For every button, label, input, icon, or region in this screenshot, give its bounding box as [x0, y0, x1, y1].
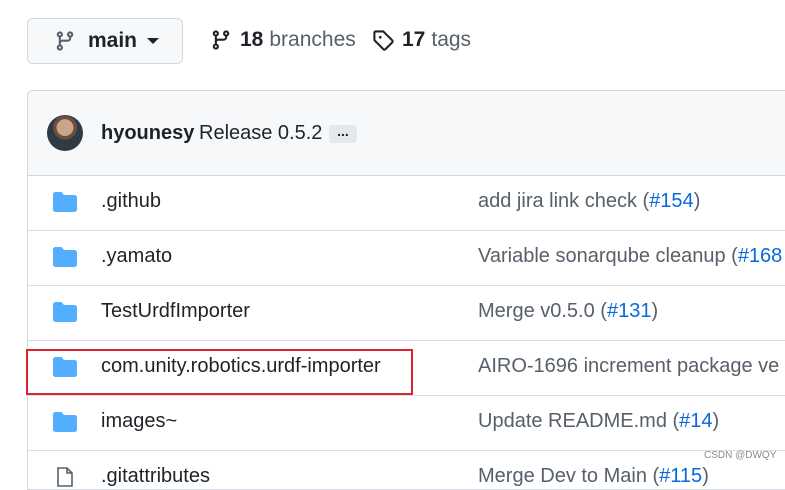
caret-down-icon: [147, 38, 160, 44]
branch-selector-label: main: [88, 29, 138, 52]
commit-message-link[interactable]: Update README.md (#14): [478, 410, 719, 433]
folder-icon: [53, 247, 77, 267]
commit-message-link[interactable]: add jira link check (#154): [478, 190, 700, 213]
pull-request-link[interactable]: #115: [659, 465, 702, 487]
file-icon: [57, 467, 73, 487]
file-row[interactable]: .gitattributes Merge Dev to Main (#115): [28, 450, 785, 489]
commit-message-text[interactable]: Merge Dev to Main (: [478, 465, 659, 487]
commit-author[interactable]: hyounesy: [101, 122, 194, 145]
file-row[interactable]: com.unity.robotics.urdf-importer AIRO-169…: [28, 340, 785, 396]
commit-message-text[interactable]: AIRO-1696 increment package ve: [478, 355, 779, 377]
file-name-link[interactable]: images~: [101, 410, 177, 433]
tag-icon: [373, 30, 394, 51]
commit-message-suffix: ): [651, 300, 659, 322]
watermark: CSDN @DWQY: [704, 450, 777, 461]
commit-message-suffix: ): [712, 410, 720, 432]
pull-request-link[interactable]: #168: [738, 245, 783, 267]
avatar[interactable]: [47, 115, 83, 151]
commit-message-link[interactable]: Merge v0.5.0 (#131): [478, 300, 658, 323]
folder-icon: [53, 192, 77, 212]
git-branch-icon: [212, 30, 230, 50]
git-branch-icon: [56, 31, 74, 51]
commit-message-text[interactable]: Merge v0.5.0 (: [478, 300, 607, 322]
pull-request-link[interactable]: #14: [679, 410, 712, 432]
file-row[interactable]: .github add jira link check (#154): [28, 175, 785, 231]
branches-label: branches: [269, 28, 356, 51]
file-name-link[interactable]: .github: [101, 190, 161, 213]
commit-message-link[interactable]: Merge Dev to Main (#115): [478, 465, 709, 488]
commit-message-suffix: ): [702, 465, 709, 487]
file-browser: hyounesy Release 0.5.2 ... .github add ji…: [27, 90, 785, 490]
file-row[interactable]: TestUrdfImporter Merge v0.5.0 (#131): [28, 285, 785, 341]
tags-count: 17: [402, 28, 426, 51]
file-name-link[interactable]: TestUrdfImporter: [101, 300, 250, 323]
branches-count: 18: [240, 28, 264, 51]
commit-message-link[interactable]: Variable sonarqube cleanup (#168: [478, 245, 782, 268]
latest-commit-bar: hyounesy Release 0.5.2 ...: [28, 91, 785, 176]
commit-message-text[interactable]: Update README.md (: [478, 410, 679, 432]
tags-label: tags: [431, 28, 472, 51]
file-name-link[interactable]: .gitattributes: [101, 465, 210, 488]
file-name-link[interactable]: com.unity.robotics.urdf-importer: [101, 355, 381, 378]
folder-icon: [53, 357, 77, 377]
branches-link[interactable]: 18 branches: [210, 28, 356, 52]
file-row[interactable]: .yamato Variable sonarqube cleanup (#168: [28, 230, 785, 286]
folder-icon: [53, 302, 77, 322]
commit-message-suffix: ): [693, 190, 701, 212]
tags-link[interactable]: 17 tags: [372, 28, 471, 52]
commit-message-text[interactable]: Variable sonarqube cleanup (: [478, 245, 738, 267]
pull-request-link[interactable]: #154: [649, 190, 694, 212]
file-name-link[interactable]: .yamato: [101, 245, 172, 268]
commit-message-link[interactable]: AIRO-1696 increment package ve: [478, 355, 779, 378]
expand-commit-button[interactable]: ...: [329, 124, 357, 143]
folder-icon: [53, 412, 77, 432]
branch-selector-button[interactable]: main: [27, 18, 183, 64]
commit-message-text[interactable]: add jira link check (: [478, 190, 649, 212]
file-row[interactable]: images~ Update README.md (#14): [28, 395, 785, 451]
pull-request-link[interactable]: #131: [607, 300, 652, 322]
commit-message[interactable]: Release 0.5.2: [199, 122, 322, 145]
